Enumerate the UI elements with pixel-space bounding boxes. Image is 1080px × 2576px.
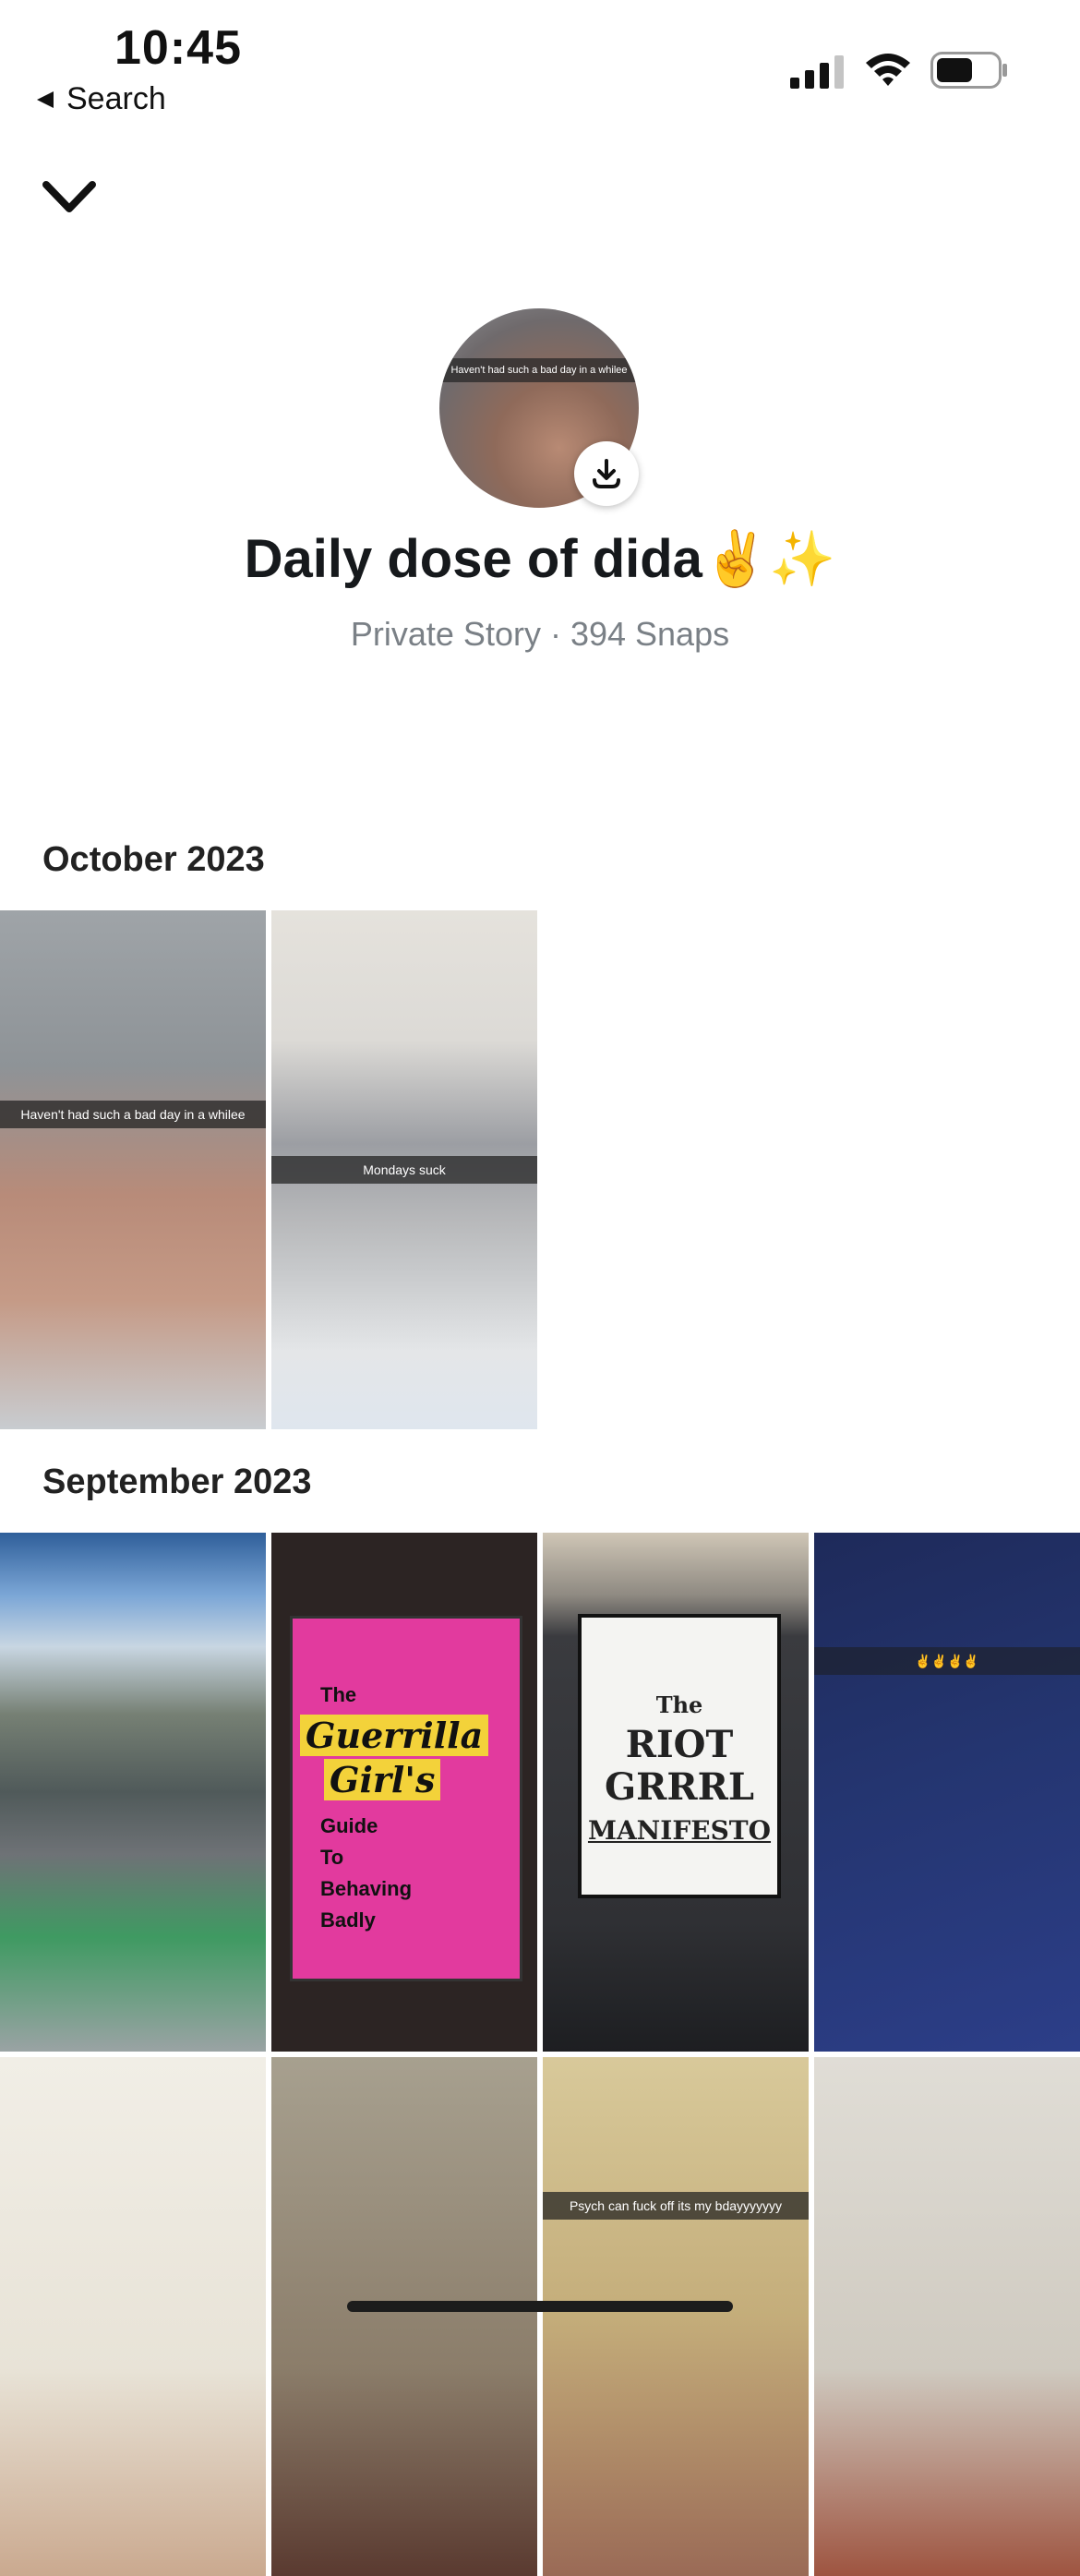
snap-thumbnail[interactable] <box>0 2057 266 2576</box>
signal-icon <box>790 55 844 89</box>
wifi-icon <box>866 54 910 86</box>
manifesto-text: The <box>655 1691 703 1718</box>
book-text: Behaving <box>320 1877 413 1900</box>
snap-thumbnail[interactable]: The Guerrilla Girl's Guide To Behaving B… <box>271 1533 537 2052</box>
battery-icon <box>930 52 1007 89</box>
story-title: Daily dose of dida✌️✨ <box>244 529 836 589</box>
back-to-search-link[interactable]: Search <box>35 81 166 117</box>
back-label: Search <box>66 81 166 116</box>
snap-thumbnail[interactable]: ✌️✌️✌️✌️ <box>814 1533 1080 2052</box>
manifesto-text: MANIFESTO <box>587 1815 772 1846</box>
download-button[interactable] <box>574 441 639 506</box>
snap-thumbnail[interactable]: Haven't had such a bad day in a whilee <box>0 910 266 1429</box>
book-text: Guide <box>320 1814 378 1837</box>
snap-thumbnail[interactable]: Mondays suck <box>271 910 537 1429</box>
snap-thumbnail[interactable]: The RIOT GRRRL MANIFESTO <box>543 1533 809 2052</box>
book-text: Girl's <box>324 1759 441 1800</box>
book-text: Guerrilla <box>300 1715 489 1756</box>
section-title-october: October 2023 <box>42 840 265 879</box>
snap-caption: ✌️✌️✌️✌️ <box>814 1647 1080 1675</box>
snap-caption: Psych can fuck off its my bdayyyyyyy <box>543 2192 809 2220</box>
book-text: Badly <box>320 1908 376 1932</box>
avatar-caption: Haven't had such a bad day in a whilee <box>439 358 639 382</box>
manifesto-text: GRRRL <box>604 1765 754 1809</box>
snap-thumbnail[interactable] <box>271 2057 537 2576</box>
laptop-screen: The RIOT GRRRL MANIFESTO <box>578 1614 781 1898</box>
chevron-down-icon[interactable] <box>41 175 98 222</box>
snap-thumbnail[interactable] <box>0 1533 266 2052</box>
snap-thumbnail[interactable]: Psych can fuck off its my bdayyyyyyy <box>543 2057 809 2576</box>
status-time: 10:45 <box>114 21 242 75</box>
snap-caption: Haven't had such a bad day in a whilee <box>0 1101 266 1128</box>
book-cover: The Guerrilla Girl's Guide To Behaving B… <box>290 1616 522 1981</box>
story-subtitle: Private Story · 394 Snaps <box>350 615 730 653</box>
manifesto-text: RIOT <box>625 1723 734 1766</box>
section-title-september: September 2023 <box>42 1463 312 1501</box>
home-indicator[interactable] <box>347 2301 733 2312</box>
book-text: The <box>320 1683 357 1706</box>
back-triangle-icon <box>37 90 54 108</box>
snap-thumbnail[interactable] <box>814 2057 1080 2576</box>
download-icon <box>593 459 620 488</box>
book-text: To <box>320 1846 344 1869</box>
snap-caption: Mondays suck <box>271 1156 537 1184</box>
